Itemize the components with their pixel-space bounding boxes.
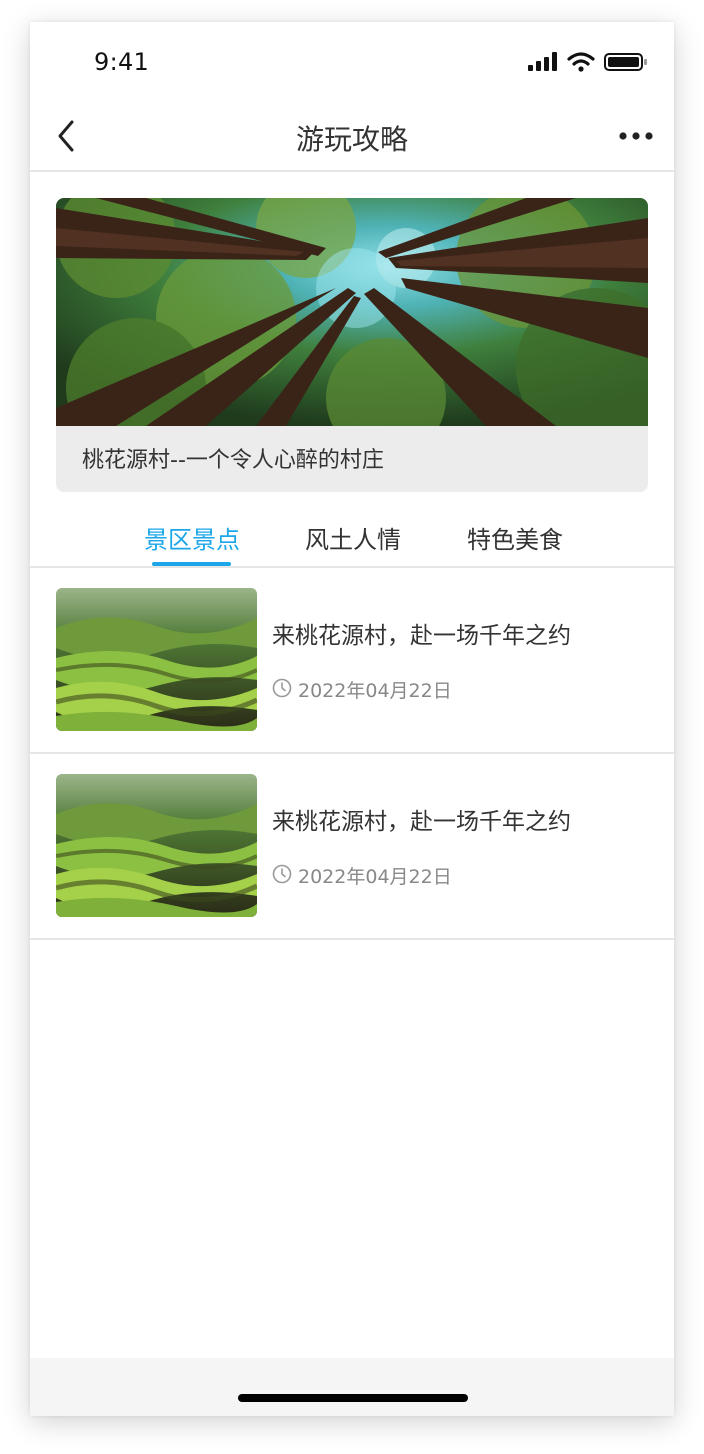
article-title: 来桃花源村，赴一场千年之约 [272,809,571,835]
tab-scenic-spots[interactable]: 景区景点 [144,520,240,555]
tab-local-food[interactable]: 特色美食 [467,520,563,555]
more-button[interactable] [618,124,654,148]
banner-caption: 桃花源村--一个令人心醉的村庄 [82,448,384,473]
hills-thumbnail-image [56,774,257,917]
phone-screen: 9:41 游玩攻略 桃花源村--一个令人心醉的村庄 景区景点 风土人情 特色美食… [30,22,674,1416]
battery-icon [604,53,647,71]
signal-icon [528,52,557,71]
article-title: 来桃花源村，赴一场千年之约 [272,623,571,649]
home-indicator-area [30,1358,674,1416]
active-tab-indicator [152,562,231,566]
status-bar: 9:41 [30,22,674,110]
status-time: 9:41 [94,48,150,76]
category-tabs: 景区景点 风土人情 特色美食 [30,512,674,568]
banner-card[interactable]: 桃花源村--一个令人心醉的村庄 [56,198,648,492]
clock-icon [272,864,292,884]
list-item[interactable]: 来桃花源村，赴一场千年之约 2022年04月22日 [30,754,674,940]
wifi-icon [567,52,595,72]
clock-icon [272,678,292,698]
home-indicator[interactable] [238,1394,468,1402]
forest-banner-image [56,198,648,426]
article-date: 2022年04月22日 [298,680,452,702]
status-icons [528,52,648,72]
article-date: 2022年04月22日 [298,866,452,888]
navigation-bar: 游玩攻略 [30,110,674,172]
hills-thumbnail-image [56,588,257,731]
more-dots-icon [619,132,653,140]
tab-local-customs[interactable]: 风土人情 [305,520,401,555]
list-item[interactable]: 来桃花源村，赴一场千年之约 2022年04月22日 [30,568,674,754]
page-title: 游玩攻略 [295,123,408,156]
